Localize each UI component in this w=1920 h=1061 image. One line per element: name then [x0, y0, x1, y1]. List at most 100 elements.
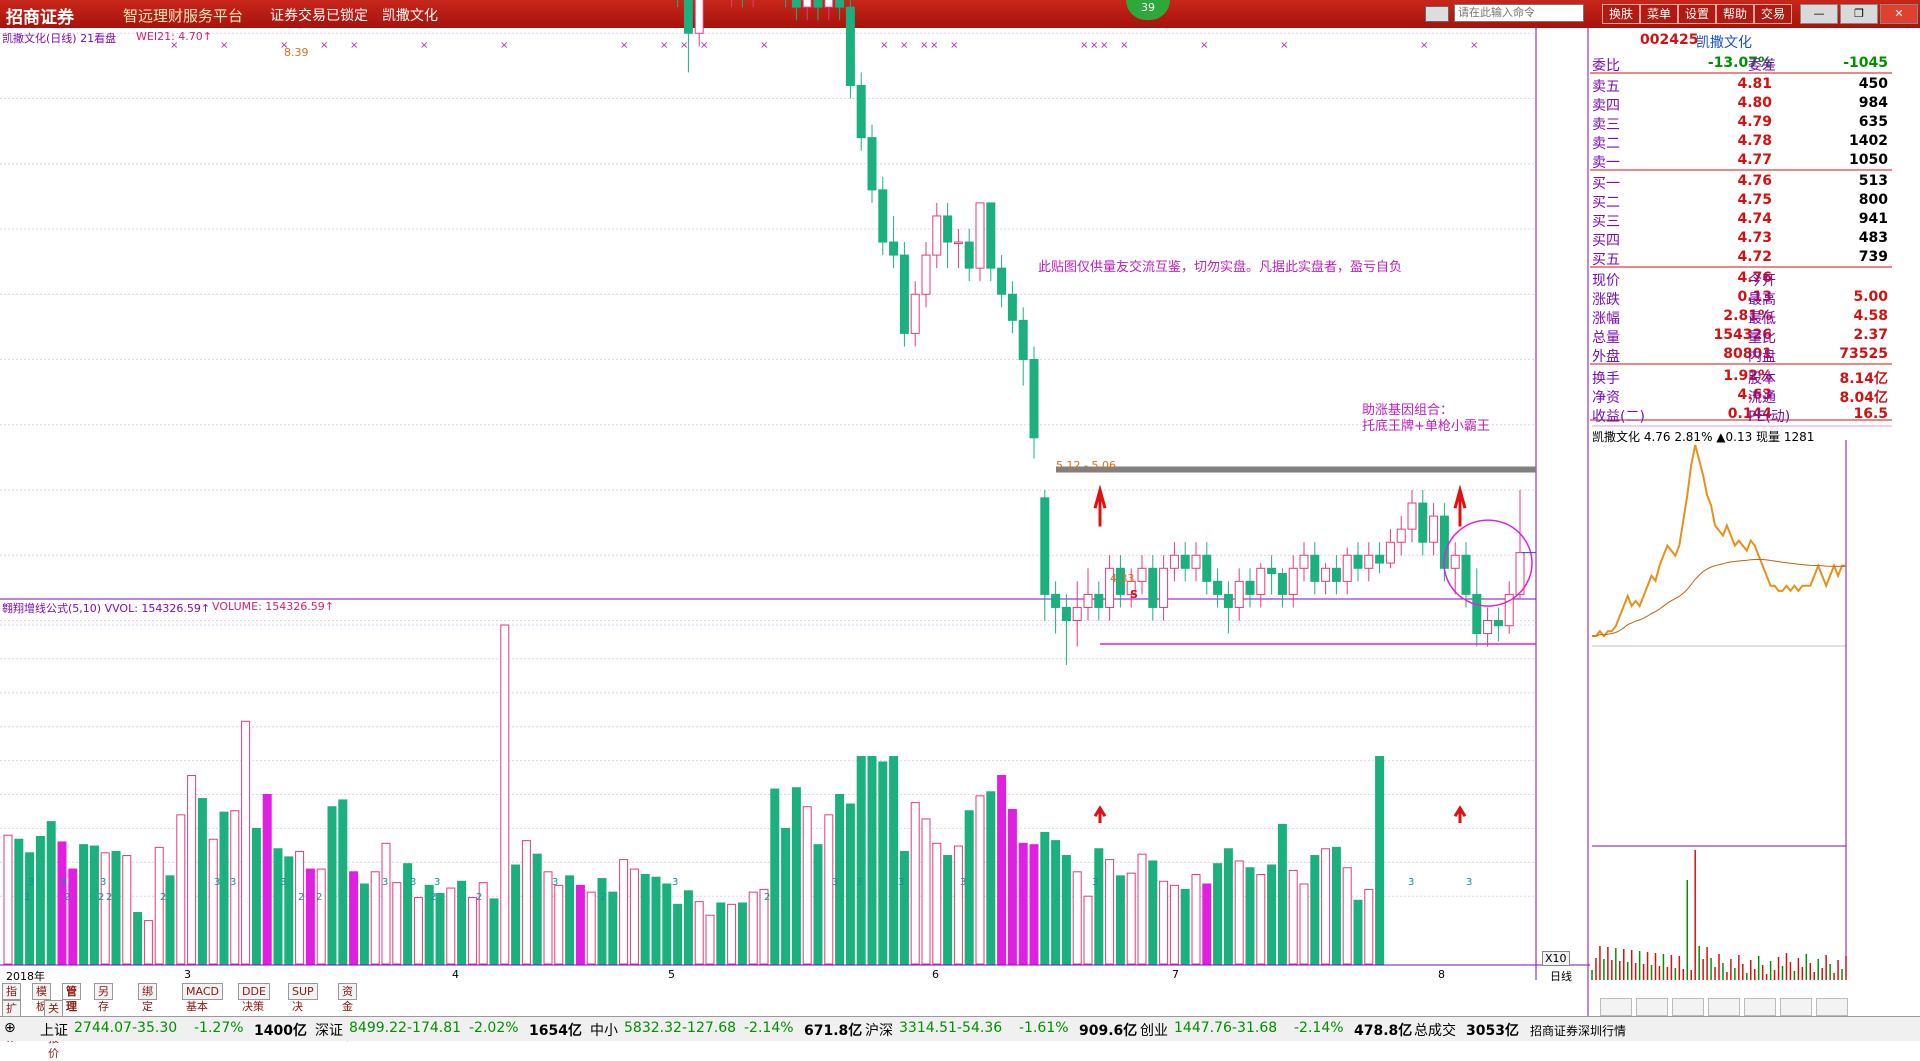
candle-body: [1375, 554, 1385, 564]
side-period-button[interactable]: [1894, 632, 1918, 650]
ticker-val: 3314.51: [899, 1020, 957, 1036]
top-x-marker: ×: [1470, 40, 1478, 51]
top-x-marker: ×: [700, 40, 708, 51]
top-x-marker: ×: [500, 40, 508, 51]
sell-level-2-row[interactable]: 卖二 4.78 1402: [1590, 133, 1892, 152]
tab-expand[interactable]: 扩展∧: [2, 1000, 21, 1045]
side-period-button[interactable]: [1894, 609, 1918, 627]
intraday-tab[interactable]: [1780, 998, 1812, 1016]
side-period-button[interactable]: [1894, 494, 1918, 512]
ticker-name: 创业: [1140, 1023, 1168, 1039]
buy-level-3-price: 4.74: [1737, 211, 1772, 227]
tab-bind-to[interactable]: 绑定到: [138, 983, 157, 1028]
total-turnover-value: 3053亿: [1466, 1023, 1519, 1039]
volume-bar: [1256, 874, 1266, 965]
intraday-tab[interactable]: [1636, 998, 1668, 1016]
sell-level-3-volume: 635: [1858, 114, 1888, 130]
side-period-button[interactable]: [1894, 517, 1918, 535]
intraday-tab[interactable]: [1600, 998, 1632, 1016]
buy-level-5-label: 买五: [1592, 252, 1620, 268]
period-daily-label[interactable]: 日线: [1550, 968, 1572, 984]
tab-indicator[interactable]: 指标: [2, 983, 21, 1013]
volume-bar: [165, 875, 175, 965]
tab-fund[interactable]: 资金全策: [338, 983, 357, 1043]
weicha-label: 委差: [1748, 58, 1776, 74]
sell-level-3-row[interactable]: 卖三 4.79 635: [1590, 114, 1892, 133]
ticker-pct: -1.61%: [1019, 1020, 1069, 1036]
side-period-button[interactable]: [1894, 425, 1918, 443]
volume-bar: [770, 788, 780, 965]
top-x-marker: ×: [320, 40, 328, 51]
ticker-amt: 909.6亿: [1079, 1023, 1138, 1039]
weibi-label: 委比: [1592, 58, 1620, 74]
ticker-amt: 1654亿: [529, 1023, 582, 1039]
side-period-button[interactable]: [1894, 678, 1918, 696]
tab-template[interactable]: 模板: [32, 983, 51, 1013]
intraday-tab[interactable]: [1708, 998, 1740, 1016]
volume-bar: [25, 852, 35, 965]
buy-level-5-row[interactable]: 买五 4.72 739: [1590, 249, 1892, 268]
stat-label: 量比: [1748, 330, 1776, 346]
volume-bar: [1148, 860, 1158, 965]
tab-macd[interactable]: MACD基本: [182, 983, 223, 1013]
volume-bar: [878, 761, 888, 965]
volume-bar: [802, 806, 812, 965]
tab-sup[interactable]: SUP决策: [288, 983, 318, 1028]
volume-bar: [932, 842, 942, 965]
volume-bar: [1180, 888, 1190, 965]
sell-level-4-row[interactable]: 卖四 4.80 984: [1590, 95, 1892, 114]
buy-level-2-row[interactable]: 买二 4.75 800: [1590, 192, 1892, 211]
side-period-button[interactable]: [1894, 448, 1918, 466]
tab-save-as[interactable]: 另存为: [94, 983, 113, 1028]
volume-bar: [381, 842, 391, 965]
side-period-button[interactable]: [1894, 402, 1918, 420]
ticker-chg: -35.30: [132, 1020, 178, 1036]
intraday-tab[interactable]: [1672, 998, 1704, 1016]
sell-level-5-row[interactable]: 卖五 4.81 450: [1590, 76, 1892, 95]
stat-row: 净资 4.63 流通 8.04亿: [1590, 387, 1892, 406]
volume-bar: [1018, 842, 1028, 965]
top-x-marker: ×: [1280, 40, 1288, 51]
ticker-name: 中小: [590, 1023, 618, 1039]
intraday-tab[interactable]: [1744, 998, 1776, 1016]
candle-body: [813, 0, 823, 8]
top-x-marker: ×: [350, 40, 358, 51]
top-x-marker: ×: [930, 40, 938, 51]
side-period-button[interactable]: [1894, 655, 1918, 673]
tab-related-quotes[interactable]: 关联报价: [44, 1000, 63, 1060]
buy-level-4-row[interactable]: 买四 4.73 483: [1590, 230, 1892, 249]
candle-body: [889, 241, 899, 256]
side-period-button[interactable]: [1894, 379, 1918, 397]
side-period-button[interactable]: [1894, 563, 1918, 581]
candle-body: [1169, 554, 1179, 569]
buy-level-3-row[interactable]: 买三 4.74 941: [1590, 211, 1892, 230]
candle-body: [1364, 554, 1374, 569]
ticker-chg: -31.68: [1232, 1020, 1278, 1036]
candle-body: [1342, 554, 1352, 582]
candle-body: [1018, 319, 1028, 361]
candle-body: [943, 215, 953, 243]
intraday-tab[interactable]: [1816, 998, 1848, 1016]
candle-body: [997, 267, 1007, 295]
resistance-range-label: 5.12 - 5.06: [1056, 459, 1116, 472]
start-icon[interactable]: ⊕: [4, 1020, 16, 1036]
top-x-marker: ×: [220, 40, 228, 51]
volume-bar: [392, 882, 402, 965]
side-period-button[interactable]: [1894, 356, 1918, 374]
side-period-button[interactable]: [1894, 471, 1918, 489]
tab-manage[interactable]: 管理: [62, 983, 81, 1013]
xaxis-month-4: 4: [452, 968, 459, 981]
candle-body: [1288, 567, 1298, 595]
side-period-button[interactable]: [1894, 333, 1918, 351]
stat-label: 最低: [1748, 311, 1776, 327]
ticker-val: 2744.07: [74, 1020, 132, 1036]
volume-bar: [1115, 875, 1125, 965]
ticker-amt: 478.8亿: [1354, 1023, 1413, 1039]
buy-level-1-row[interactable]: 买一 4.76 513: [1590, 173, 1892, 192]
side-period-button[interactable]: [1894, 586, 1918, 604]
sell-level-1-row[interactable]: 卖一 4.77 1050: [1590, 152, 1892, 171]
tab-dde[interactable]: DDE决策: [238, 983, 270, 1013]
side-period-button[interactable]: [1894, 310, 1918, 328]
side-period-button[interactable]: [1894, 540, 1918, 558]
candle-body: [1450, 554, 1460, 569]
